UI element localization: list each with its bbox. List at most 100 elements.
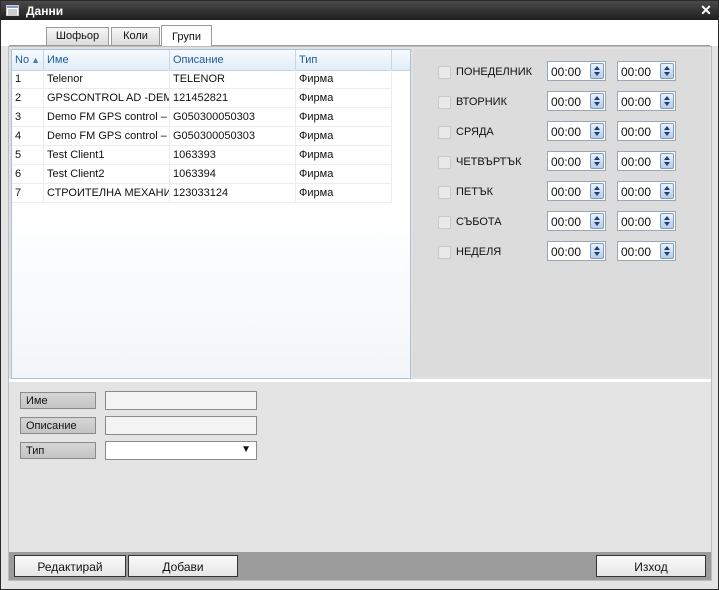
spin-up-down-icon[interactable] xyxy=(590,93,604,109)
time-to-spinner[interactable]: 00:00 xyxy=(617,61,676,81)
time-to-spinner[interactable]: 00:00 xyxy=(617,151,676,171)
cell-name: Test Client1 xyxy=(44,146,170,165)
table-row[interactable]: 2 GPSCONTROL AD -DEM 121452821 Фирма xyxy=(12,89,392,108)
column-header-name[interactable]: Име xyxy=(44,50,170,70)
title-bar[interactable]: Данни ✕ xyxy=(1,1,718,20)
column-header-no[interactable]: No ▲ xyxy=(12,50,44,70)
cell-name: GPSCONTROL AD -DEM xyxy=(44,89,170,108)
cell-name: Telenor xyxy=(44,70,170,89)
day-checkbox[interactable] xyxy=(438,126,451,139)
column-header-type[interactable]: Тип xyxy=(296,50,392,70)
time-to-spinner[interactable]: 00:00 xyxy=(617,211,676,231)
cell-type: Фирма xyxy=(296,70,392,89)
cell-name: СТРОИТЕЛНА МЕХАНИ xyxy=(44,184,170,203)
day-row: ВТОРНИК 00:00 00:00 xyxy=(413,91,709,113)
day-label: ЧЕТВЪРТЪК xyxy=(456,156,522,168)
close-icon[interactable]: ✕ xyxy=(698,2,714,18)
day-checkbox[interactable] xyxy=(438,246,451,259)
cell-no: 6 xyxy=(12,165,44,184)
cell-type: Фирма xyxy=(296,127,392,146)
cell-type: Фирма xyxy=(296,146,392,165)
spin-up-down-icon[interactable] xyxy=(660,63,674,79)
spin-up-down-icon[interactable] xyxy=(590,243,604,259)
cell-no: 5 xyxy=(12,146,44,165)
time-from-value: 00:00 xyxy=(551,125,582,139)
time-to-value: 00:00 xyxy=(621,155,652,169)
column-header-no-label: No xyxy=(15,54,30,66)
cell-type: Фирма xyxy=(296,89,392,108)
edit-button[interactable]: Редактирай xyxy=(14,555,126,577)
spin-up-down-icon[interactable] xyxy=(660,243,674,259)
cell-name: Test Client2 xyxy=(44,165,170,184)
cell-description: TELENOR xyxy=(170,70,296,89)
time-from-spinner[interactable]: 00:00 xyxy=(547,181,606,201)
table-row[interactable]: 5 Test Client1 1063393 Фирма xyxy=(12,146,392,165)
day-row: СЪБОТА 00:00 00:00 xyxy=(413,211,709,233)
time-from-spinner[interactable]: 00:00 xyxy=(547,91,606,111)
time-from-spinner[interactable]: 00:00 xyxy=(547,151,606,171)
time-to-value: 00:00 xyxy=(621,65,652,79)
time-from-value: 00:00 xyxy=(551,185,582,199)
day-checkbox[interactable] xyxy=(438,96,451,109)
type-select[interactable]: ▼ xyxy=(105,441,257,460)
spin-up-down-icon[interactable] xyxy=(660,153,674,169)
day-row: СРЯДА 00:00 00:00 xyxy=(413,121,709,143)
time-to-spinner[interactable]: 00:00 xyxy=(617,241,676,261)
time-to-value: 00:00 xyxy=(621,125,652,139)
sort-asc-icon: ▲ xyxy=(31,55,40,65)
spin-up-down-icon[interactable] xyxy=(660,123,674,139)
weekly-schedule: ПОНЕДЕЛНИК 00:00 00:00 ВТОРНИК 00:00 00:… xyxy=(413,49,709,377)
cell-name: Demo FM GPS control – xyxy=(44,108,170,127)
table-row[interactable]: 3 Demo FM GPS control – G050300050303 Фи… xyxy=(12,108,392,127)
time-to-spinner[interactable]: 00:00 xyxy=(617,91,676,111)
cell-no: 7 xyxy=(12,184,44,203)
description-field[interactable] xyxy=(105,416,257,435)
spin-up-down-icon[interactable] xyxy=(590,123,604,139)
column-header-description[interactable]: Описание xyxy=(170,50,296,70)
type-label: Тип xyxy=(20,442,96,459)
spin-up-down-icon[interactable] xyxy=(660,183,674,199)
spin-up-down-icon[interactable] xyxy=(660,213,674,229)
groups-grid: No ▲ Име Описание Тип 1 Telenor TELENOR Ф… xyxy=(11,49,411,379)
table-row[interactable]: 6 Test Client2 1063394 Фирма xyxy=(12,165,392,184)
exit-button[interactable]: Изход xyxy=(596,555,706,577)
cell-type: Фирма xyxy=(296,165,392,184)
time-from-spinner[interactable]: 00:00 xyxy=(547,241,606,261)
day-label: ВТОРНИК xyxy=(456,96,507,108)
time-from-spinner[interactable]: 00:00 xyxy=(547,211,606,231)
name-label: Име xyxy=(20,392,96,409)
time-to-spinner[interactable]: 00:00 xyxy=(617,181,676,201)
cell-type: Фирма xyxy=(296,108,392,127)
time-to-value: 00:00 xyxy=(621,185,652,199)
spin-up-down-icon[interactable] xyxy=(590,183,604,199)
time-from-value: 00:00 xyxy=(551,155,582,169)
time-from-spinner[interactable]: 00:00 xyxy=(547,121,606,141)
day-checkbox[interactable] xyxy=(438,156,451,169)
table-row[interactable]: 7 СТРОИТЕЛНА МЕХАНИ 123033124 Фирма xyxy=(12,184,392,203)
cell-description: 1063394 xyxy=(170,165,296,184)
spin-up-down-icon[interactable] xyxy=(590,213,604,229)
day-checkbox[interactable] xyxy=(438,66,451,79)
spin-up-down-icon[interactable] xyxy=(590,63,604,79)
window-title: Данни xyxy=(26,4,64,18)
tab-cars[interactable]: Коли xyxy=(111,27,160,45)
description-label: Описание xyxy=(20,417,96,434)
day-checkbox[interactable] xyxy=(438,216,451,229)
cell-description: G050300050303 xyxy=(170,108,296,127)
day-checkbox[interactable] xyxy=(438,186,451,199)
time-to-value: 00:00 xyxy=(621,215,652,229)
time-to-spinner[interactable]: 00:00 xyxy=(617,121,676,141)
day-label: ПОНЕДЕЛНИК xyxy=(456,66,533,78)
name-field[interactable] xyxy=(105,391,257,410)
table-row[interactable]: 4 Demo FM GPS control – G050300050303 Фи… xyxy=(12,127,392,146)
tab-groups[interactable]: Групи xyxy=(161,25,212,47)
tab-driver[interactable]: Шофьор xyxy=(46,27,109,45)
time-from-value: 00:00 xyxy=(551,215,582,229)
grid-header: No ▲ Име Описание Тип xyxy=(12,50,410,71)
time-from-spinner[interactable]: 00:00 xyxy=(547,61,606,81)
day-label: ПЕТЪК xyxy=(456,186,494,198)
spin-up-down-icon[interactable] xyxy=(660,93,674,109)
spin-up-down-icon[interactable] xyxy=(590,153,604,169)
table-row[interactable]: 1 Telenor TELENOR Фирма xyxy=(12,70,392,89)
add-button[interactable]: Добави xyxy=(128,555,238,577)
